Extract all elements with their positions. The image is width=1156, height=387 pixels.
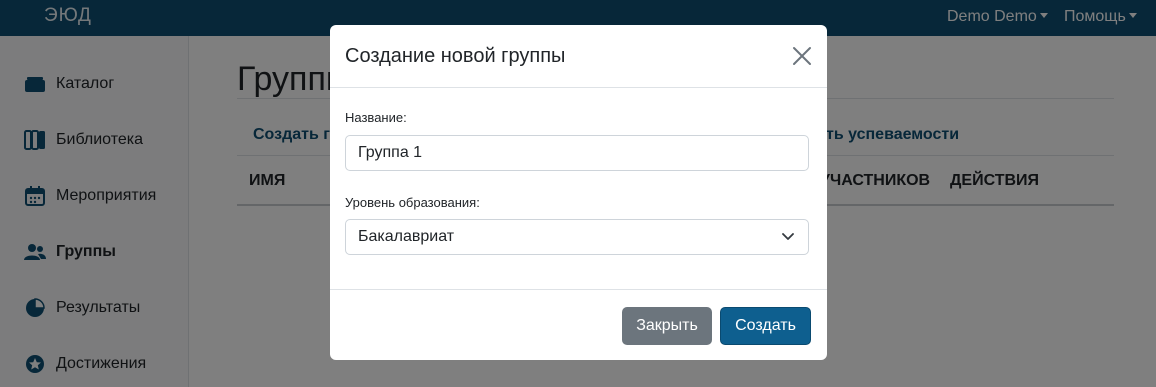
create-button[interactable]: Создать [720,307,811,345]
group-name-input[interactable]: Группа 1 [345,135,809,171]
create-group-dialog: Создание новой группы Название: Группа 1… [330,25,827,360]
dialog-footer: Закрыть Создать [330,289,827,361]
close-icon[interactable] [791,45,813,67]
education-level-select[interactable]: Бакалавриат [345,219,809,255]
dialog-header: Создание новой группы [330,25,827,88]
education-level-value: Бакалавриат [358,228,455,245]
close-button[interactable]: Закрыть [622,307,712,345]
group-name-value: Группа 1 [358,144,423,161]
chevron-down-icon [782,233,794,240]
dialog-title: Создание новой группы [345,45,566,67]
name-label: Название: [345,110,407,125]
education-level-label: Уровень образования: [345,195,480,210]
